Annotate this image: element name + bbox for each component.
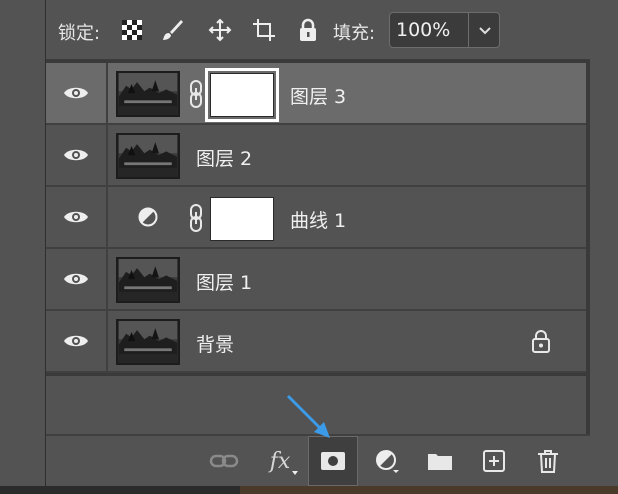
add-mask-button[interactable] — [308, 436, 358, 486]
link-icon — [209, 454, 239, 468]
delete-layer-button[interactable] — [524, 436, 572, 486]
new-layer-button[interactable] — [470, 436, 518, 486]
fill-opacity-value[interactable]: 100% — [396, 19, 450, 41]
scrollbar-track[interactable] — [590, 0, 618, 486]
lock-icon[interactable] — [529, 328, 553, 354]
eye-icon[interactable] — [63, 147, 89, 163]
layer-row-layer-3[interactable]: 图层 3 — [46, 63, 586, 125]
adjustment-layer-icon[interactable] — [138, 207, 158, 227]
fx-icon: fx — [269, 448, 291, 474]
eye-icon[interactable] — [63, 333, 89, 349]
layer-name[interactable]: 图层 2 — [196, 144, 252, 171]
eye-icon[interactable] — [63, 209, 89, 225]
layer-name[interactable]: 图层 1 — [196, 268, 252, 295]
layer-thumbnail[interactable] — [116, 71, 180, 117]
lock-artboard-icon[interactable] — [252, 18, 276, 42]
visibility-toggle[interactable] — [46, 125, 108, 185]
fill-opacity-field[interactable]: 100% — [389, 12, 500, 48]
new-adjustment-layer-button[interactable] — [364, 436, 412, 486]
lock-fill-bar: 锁定: 填充: 100% — [46, 0, 590, 60]
folder-icon — [428, 454, 452, 470]
mask-icon — [321, 452, 345, 470]
layer-row-curves-1[interactable]: 曲线 1 — [46, 187, 586, 249]
visibility-toggle[interactable] — [46, 311, 108, 371]
visibility-toggle[interactable] — [46, 249, 108, 309]
chevron-down-icon[interactable] — [475, 20, 495, 40]
layer-name[interactable]: 曲线 1 — [290, 206, 346, 233]
new-group-button[interactable] — [416, 436, 464, 486]
layer-name[interactable]: 背景 — [196, 330, 234, 357]
layer-row-layer-2[interactable]: 图层 2 — [46, 125, 586, 187]
canvas-edge — [240, 486, 618, 494]
chain-link-icon[interactable] — [188, 204, 204, 232]
lock-label: 锁定: — [58, 23, 101, 44]
new-layer-icon — [483, 450, 505, 472]
layer-row-layer-1[interactable]: 图层 1 — [46, 249, 586, 311]
chevron-down-icon — [292, 471, 298, 475]
layer-style-button[interactable]: fx — [256, 436, 304, 486]
layer-thumbnail[interactable] — [116, 133, 180, 179]
layer-row-background[interactable]: 背景 — [46, 311, 586, 373]
lock-image-pixels-icon[interactable] — [160, 18, 184, 42]
layers-toolbar: fx — [46, 434, 590, 486]
chain-link-icon[interactable] — [188, 80, 204, 108]
visibility-toggle[interactable] — [46, 187, 108, 247]
fill-divider — [468, 13, 469, 47]
lock-position-icon[interactable] — [208, 18, 232, 42]
layer-thumbnail[interactable] — [116, 319, 180, 365]
left-panel-edge — [0, 0, 46, 486]
eye-icon[interactable] — [63, 271, 89, 287]
lock-all-icon[interactable] — [296, 18, 320, 42]
fill-label: 填充: — [333, 23, 376, 44]
adjustment-icon — [376, 450, 399, 473]
layers-empty-area[interactable] — [46, 376, 586, 434]
eye-icon[interactable] — [63, 85, 89, 101]
lock-transparent-pixels-icon[interactable] — [120, 18, 144, 42]
layer-mask-thumbnail[interactable] — [205, 68, 279, 122]
trash-icon — [538, 450, 558, 473]
layer-mask-thumbnail[interactable] — [210, 197, 274, 241]
link-layers-button[interactable] — [200, 436, 248, 486]
layer-thumbnail[interactable] — [116, 257, 180, 303]
layer-name[interactable]: 图层 3 — [290, 82, 346, 109]
visibility-toggle[interactable] — [46, 63, 108, 123]
